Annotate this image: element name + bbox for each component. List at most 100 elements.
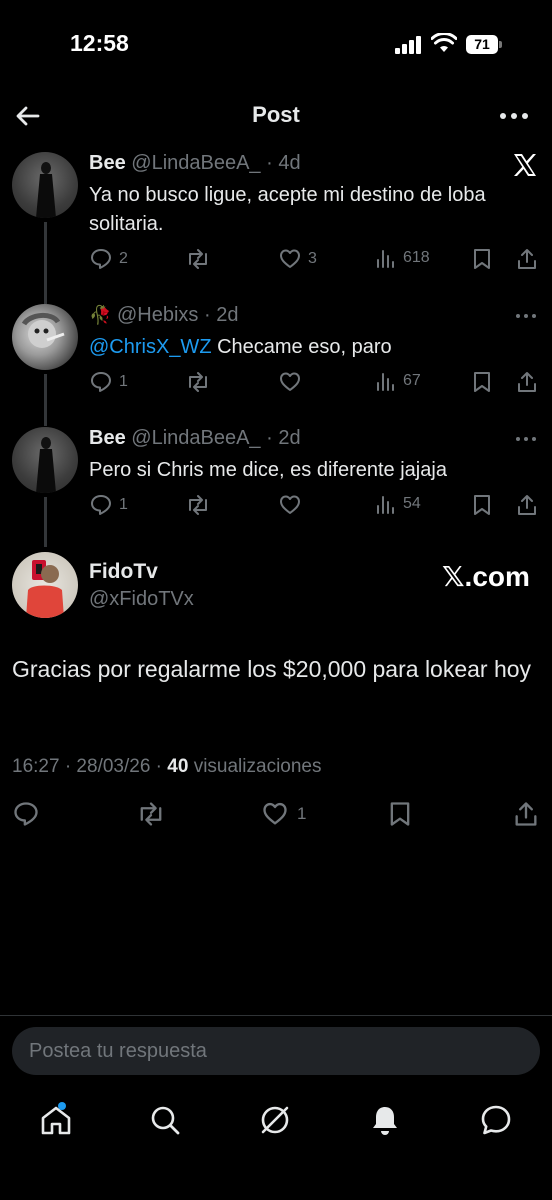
views-count: 54 <box>403 495 421 512</box>
avatar[interactable] <box>12 427 78 493</box>
reply-icon <box>91 495 111 515</box>
share-button[interactable] <box>515 493 539 517</box>
views-icon <box>377 373 394 391</box>
battery-icon: 71 <box>466 35 502 54</box>
bookmark-icon <box>474 249 490 269</box>
bookmark-icon <box>474 495 490 515</box>
bookmark-button[interactable] <box>471 493 493 517</box>
heart-icon <box>280 249 300 268</box>
reply-button[interactable]: 1 <box>89 370 128 394</box>
reply-count: 1 <box>119 496 128 513</box>
share-button[interactable] <box>515 247 539 271</box>
repost-button[interactable] <box>185 247 211 271</box>
repost-button[interactable] <box>136 800 166 828</box>
author-name[interactable]: Bee <box>89 427 126 449</box>
tab-home[interactable] <box>36 1100 76 1140</box>
author-name[interactable]: FidoTv <box>89 560 158 584</box>
like-button[interactable] <box>278 370 302 394</box>
like-button[interactable]: 3 <box>278 247 317 271</box>
reply-icon <box>14 802 38 826</box>
more-options-icon[interactable] <box>498 104 530 128</box>
share-icon <box>518 249 536 269</box>
views-button[interactable]: 67 <box>375 370 421 392</box>
reply-placeholder: Postea tu respuesta <box>29 1040 207 1062</box>
rose-emoji-icon: 🥀 <box>89 305 112 325</box>
share-icon <box>515 802 537 826</box>
like-button[interactable]: 1 <box>261 800 306 828</box>
author-handle[interactable]: @Hebixs <box>117 304 198 326</box>
views-label: visualizaciones <box>188 756 322 777</box>
bookmark-button[interactable] <box>471 247 493 271</box>
reply-input[interactable]: Postea tu respuesta <box>12 1027 540 1075</box>
like-count: 1 <box>297 804 307 823</box>
thread-tweet[interactable]: Bee @LindaBeeA_ · 4d Ya no busco ligue, … <box>0 152 552 282</box>
tweet-time: · 2d <box>266 427 301 449</box>
like-button[interactable] <box>278 493 302 517</box>
avatar[interactable] <box>12 304 78 370</box>
reply-button[interactable]: 2 <box>89 247 128 271</box>
repost-button[interactable] <box>185 493 211 517</box>
reply-count: 2 <box>119 250 128 267</box>
page-title: Post <box>252 102 300 127</box>
author-handle[interactable]: @xFidoTVx <box>89 588 194 611</box>
repost-icon <box>189 372 207 392</box>
thread-tweet[interactable]: 🥀 @Hebixs · 2d @ChrisX_WZ Checame eso, p… <box>0 304 552 414</box>
nav-header: Post <box>0 92 552 138</box>
author-handle[interactable]: @LindaBeeA_ <box>131 152 260 174</box>
tweet-actions: 1 <box>0 800 552 832</box>
tab-messages[interactable] <box>476 1100 516 1140</box>
author-name[interactable]: Bee <box>89 152 126 174</box>
mention-link[interactable]: @ChrisX_WZ <box>89 336 212 358</box>
wifi-icon <box>431 33 457 52</box>
repost-icon <box>140 802 162 826</box>
repost-button[interactable] <box>185 370 211 394</box>
tweet-text-body: Checame eso, paro <box>211 336 392 358</box>
home-icon <box>41 1106 71 1135</box>
more-options-icon[interactable] <box>515 312 537 320</box>
reply-button[interactable] <box>12 800 40 828</box>
share-button[interactable] <box>515 370 539 394</box>
tweet-text: Gracias por regalarme los $20,000 para l… <box>12 656 532 682</box>
thread-tweet[interactable]: Bee @LindaBeeA_ · 2d Pero si Chris me di… <box>0 427 552 537</box>
status-bar: 12:58 71 <box>0 0 552 90</box>
views-icon <box>377 496 394 514</box>
tweet-text: @ChrisX_WZ Checame eso, paro <box>89 333 529 362</box>
heart-icon <box>280 372 300 391</box>
tweet-time: · 2d <box>203 304 239 326</box>
tweet-actions: 1 67 <box>89 370 539 400</box>
views-count: 67 <box>403 372 421 389</box>
views-button[interactable]: 54 <box>375 493 421 515</box>
bookmark-button[interactable] <box>387 800 413 828</box>
more-options-icon[interactable] <box>515 435 537 443</box>
divider <box>0 1015 552 1016</box>
avatar[interactable] <box>12 552 78 618</box>
reply-count: 1 <box>119 373 128 390</box>
x-logo-icon <box>514 154 536 176</box>
tweet-meta: 16:27 · 28/03/26 · 40 visualizaciones <box>12 756 322 778</box>
battery-level: 71 <box>474 36 490 52</box>
views-count: 618 <box>403 249 430 266</box>
x-com-logo: 𝕏.com <box>442 561 530 592</box>
bookmark-button[interactable] <box>471 370 493 394</box>
tab-grok[interactable] <box>255 1100 295 1140</box>
repost-icon <box>189 495 207 515</box>
share-icon <box>518 372 536 392</box>
reply-icon <box>91 372 111 392</box>
bottom-tab-bar <box>0 1096 552 1146</box>
tweet-text: Ya no busco ligue, acepte mi destino de … <box>89 184 486 235</box>
notification-dot <box>58 1102 66 1110</box>
author-handle[interactable]: @LindaBeeA_ <box>131 427 260 449</box>
tweet-text: Pero si Chris me dice, es diferente jaja… <box>89 459 447 481</box>
reply-button[interactable]: 1 <box>89 493 128 517</box>
repost-icon <box>189 249 207 269</box>
tab-search[interactable] <box>145 1100 185 1140</box>
avatar[interactable] <box>12 152 78 218</box>
views-icon <box>377 250 394 268</box>
share-button[interactable] <box>512 800 540 828</box>
heart-icon <box>280 495 300 514</box>
grok-icon <box>261 1106 289 1134</box>
tweet-actions: 2 3 618 <box>89 247 539 277</box>
tab-notifications[interactable] <box>365 1100 405 1140</box>
tweet-actions: 1 54 <box>89 493 539 523</box>
views-button[interactable]: 618 <box>375 247 430 269</box>
